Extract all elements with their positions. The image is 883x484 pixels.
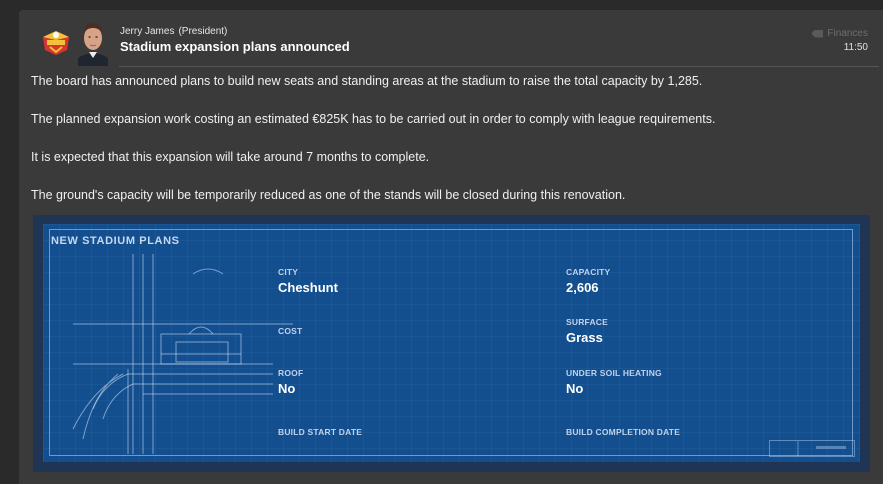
city-label: CITY <box>278 267 299 277</box>
cost-label: COST <box>278 326 303 336</box>
blueprint-stamp <box>769 440 855 457</box>
sender-line: Jerry James (President) <box>120 26 227 37</box>
field-roof: ROOF No <box>278 368 303 396</box>
heating-label: UNDER SOIL HEATING <box>566 368 662 378</box>
field-build-start: BUILD START DATE <box>278 427 362 440</box>
field-cost: COST <box>278 326 302 339</box>
header-divider <box>119 66 879 67</box>
surface-label: SURFACE <box>566 317 609 327</box>
field-city: CITY Cheshunt <box>278 267 338 295</box>
roof-value: No <box>278 381 296 396</box>
message-body: The board has announced plans to build n… <box>31 72 871 224</box>
field-heating: UNDER SOIL HEATING No <box>566 368 662 396</box>
capacity-label: CAPACITY <box>566 267 611 277</box>
president-avatar[interactable] <box>78 18 108 66</box>
stadium-plans-card: NEW STADIUM PLANS CITY Cheshunt CAPACITY… <box>33 215 870 472</box>
plans-title: NEW STADIUM PLANS <box>51 235 180 247</box>
roof-label: ROOF <box>278 368 304 378</box>
tag-icon <box>811 29 824 38</box>
field-capacity: CAPACITY 2,606 <box>566 267 610 295</box>
capacity-value: 2,606 <box>566 280 599 295</box>
news-item-panel: Jerry James (President) Stadium expansion… <box>19 10 883 484</box>
stamp-marks <box>797 441 846 456</box>
paragraph: The board has announced plans to build n… <box>31 74 703 88</box>
blueprint: NEW STADIUM PLANS CITY Cheshunt CAPACITY… <box>43 224 860 462</box>
paragraph: It is expected that this expansion will … <box>31 150 430 164</box>
message-time: 11:50 <box>843 42 868 53</box>
surface-value: Grass <box>566 330 603 345</box>
sender-role: (President) <box>178 26 228 37</box>
paragraph: The planned expansion work costing an es… <box>31 112 716 126</box>
category-tag: Finances <box>811 28 868 39</box>
message-header: Jerry James (President) Stadium expansion… <box>19 10 883 68</box>
category-label: Finances <box>827 28 868 39</box>
build-start-label: BUILD START DATE <box>278 427 363 437</box>
build-completion-label: BUILD COMPLETION DATE <box>566 427 681 437</box>
message-subject: Stadium expansion plans announced <box>120 39 350 54</box>
field-build-completion: BUILD COMPLETION DATE <box>566 427 680 440</box>
blueprint-frame <box>49 229 853 456</box>
field-surface: SURFACE Grass <box>566 317 608 345</box>
city-value[interactable]: Cheshunt <box>278 280 338 295</box>
sender-name[interactable]: Jerry James <box>120 26 174 37</box>
heating-value: No <box>566 381 584 396</box>
club-crest-icon <box>43 31 69 55</box>
